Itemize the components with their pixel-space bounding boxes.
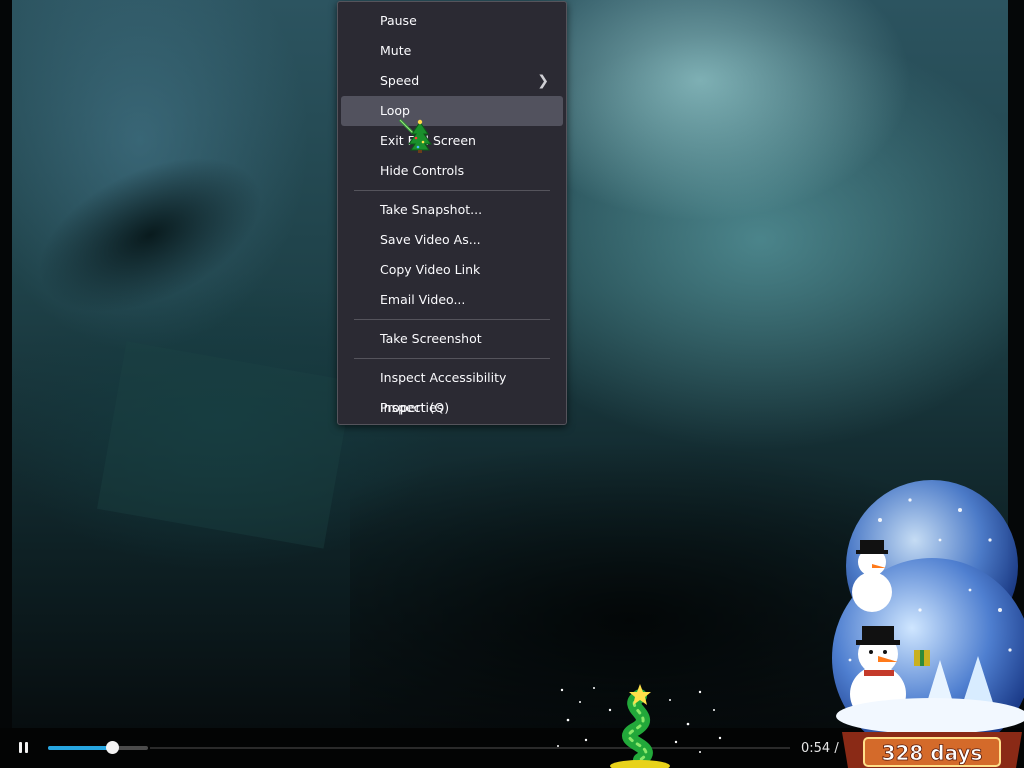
snow-globe-decoration: 328 days xyxy=(832,480,1024,768)
menu-item-inspect-accessibility[interactable]: Inspect Accessibility Properties xyxy=(341,363,563,415)
video-left-border xyxy=(0,0,12,728)
menu-item-label: Take Snapshot... xyxy=(380,202,483,217)
chevron-right-icon: ❯ xyxy=(537,73,549,89)
menu-item-label: Take Screenshot xyxy=(380,331,482,346)
video-panel-shape xyxy=(96,341,354,549)
menu-item-label: Hide Controls xyxy=(380,163,465,178)
menu-item-inspect[interactable]: Inspect (Q) xyxy=(341,393,563,423)
menu-item-hide-controls[interactable]: Hide Controls xyxy=(341,156,563,186)
menu-item-copy-video-link[interactable]: Copy Video Link xyxy=(341,255,563,285)
menu-item-exit-full-screen[interactable]: Exit Full Screen xyxy=(341,126,563,156)
menu-item-label: Mute xyxy=(380,43,412,58)
menu-item-save-video-as[interactable]: Save Video As... xyxy=(341,225,563,255)
menu-item-label: Copy Video Link xyxy=(380,262,481,277)
menu-item-pause[interactable]: Pause xyxy=(341,6,563,36)
menu-item-email-video[interactable]: Email Video... xyxy=(341,285,563,315)
video-context-menu: Pause Mute Speed❯ Loop Exit Full Screen … xyxy=(337,1,567,425)
pause-icon[interactable] xyxy=(16,740,32,756)
menu-item-take-screenshot[interactable]: Take Screenshot xyxy=(341,324,563,354)
menu-separator xyxy=(354,190,550,191)
video-dark-shape xyxy=(13,125,287,345)
menu-item-label: Email Video... xyxy=(380,292,466,307)
menu-separator xyxy=(354,358,550,359)
menu-item-label: Speed xyxy=(380,73,420,88)
menu-item-label: Loop xyxy=(380,103,410,118)
menu-item-speed[interactable]: Speed ❯ xyxy=(341,66,563,96)
progress-thumb[interactable] xyxy=(106,741,119,754)
menu-item-loop[interactable]: Loop xyxy=(341,96,563,126)
menu-item-take-snapshot[interactable]: Take Snapshot... xyxy=(341,195,563,225)
menu-item-mute[interactable]: Mute xyxy=(341,36,563,66)
menu-separator xyxy=(354,319,550,320)
menu-item-label: Pause xyxy=(380,13,417,28)
sparkle-decoration xyxy=(557,684,722,768)
countdown-text: 328 days xyxy=(882,741,983,765)
menu-item-label: Inspect (Q) xyxy=(380,400,450,415)
progress-fill xyxy=(48,746,112,750)
christmas-tree-cursor-icon xyxy=(398,118,432,153)
menu-item-label: Save Video As... xyxy=(380,232,481,247)
